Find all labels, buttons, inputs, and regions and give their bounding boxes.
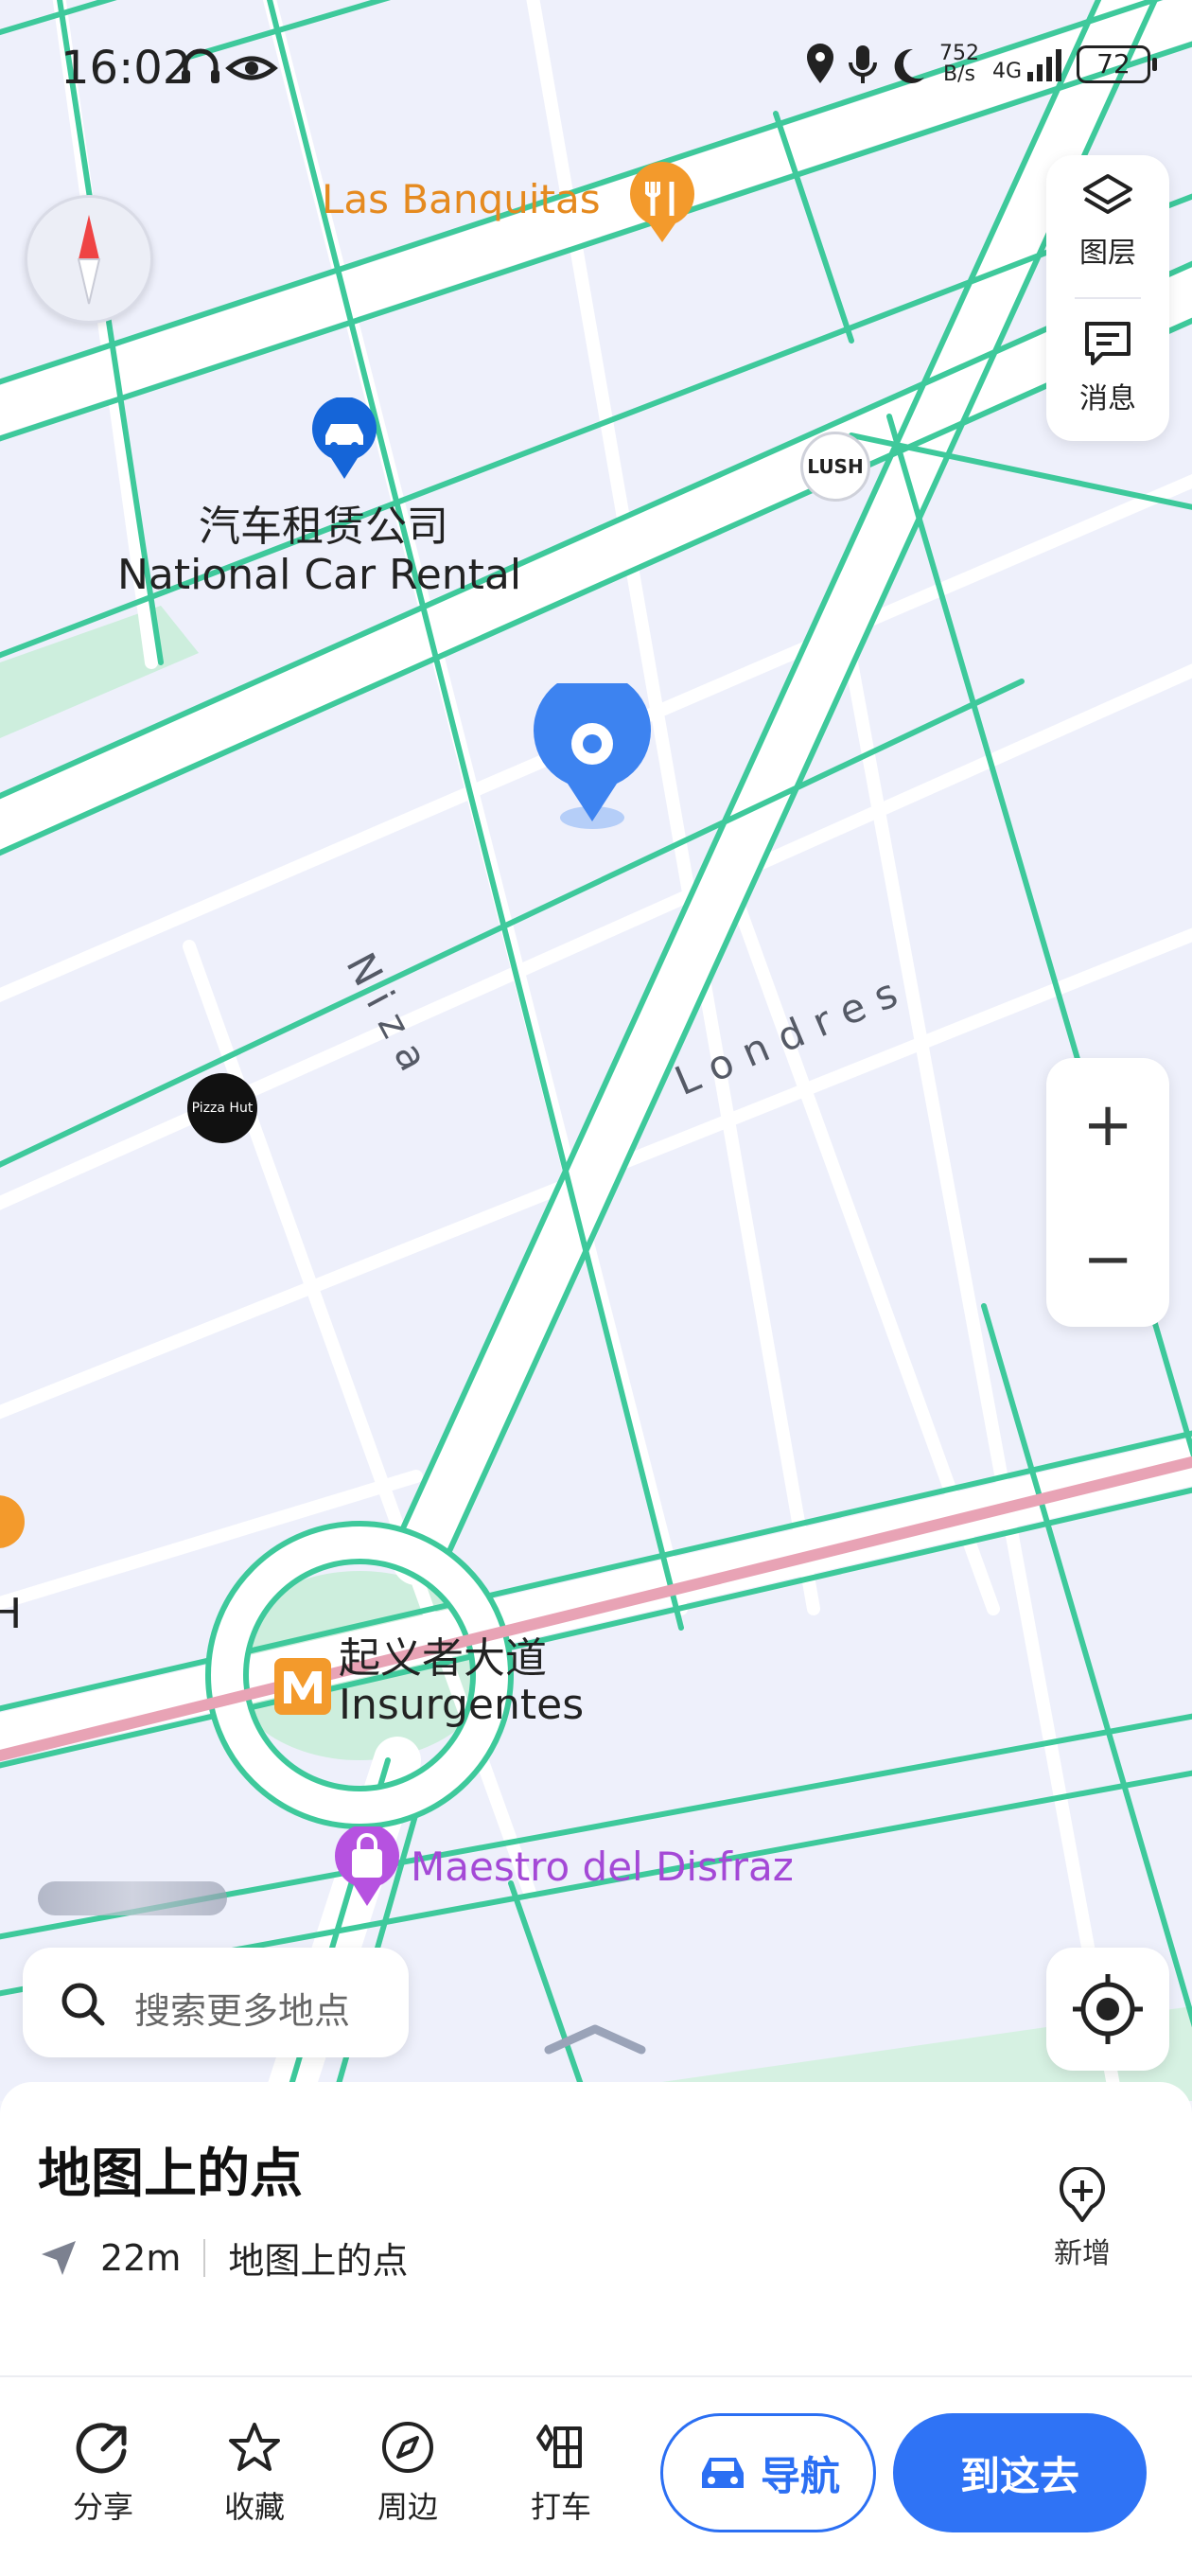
location-mic-moon-icon (806, 44, 924, 83)
taxi-label: 打车 (530, 2489, 591, 2525)
layers-label: 图层 (1079, 237, 1136, 270)
poi-lush[interactable]: LUSH (800, 432, 870, 502)
shopping-bag-icon[interactable] (331, 1826, 403, 1908)
zoom-out-button[interactable]: − (1046, 1192, 1169, 1327)
poi-metro-en[interactable]: Insurgentes (339, 1681, 584, 1729)
taxi-button[interactable]: 打车 (509, 2419, 613, 2527)
search-icon (61, 1983, 105, 2026)
net-speed: 752 B/s (939, 44, 979, 85)
messages-button[interactable]: 消息 (1046, 314, 1169, 416)
share-label: 分享 (72, 2489, 133, 2525)
battery-indicator: 72 (1077, 45, 1157, 83)
restaurant-icon[interactable] (624, 161, 700, 246)
status-time: 16:02 (61, 42, 192, 95)
crosshair-icon (1073, 1974, 1143, 2044)
map-scale-bar (38, 1881, 227, 1915)
headphones-eye-icon (182, 48, 278, 83)
signal-bars-icon (1027, 49, 1061, 81)
network-type: 4G (991, 60, 1022, 83)
nearby-label: 周边 (377, 2489, 438, 2525)
place-subtitle-row: 22m 地图上的点 (38, 2232, 408, 2284)
divider (1075, 297, 1141, 299)
search-placeholder: 搜索更多地点 (134, 1990, 351, 2032)
star-icon (229, 2423, 280, 2471)
status-bar: 16:02 752 B/s 4G 72 (0, 0, 1192, 132)
message-icon (1085, 322, 1131, 365)
road-network (0, 0, 1192, 2101)
compass-nearby-icon (382, 2422, 433, 2473)
navigate-button[interactable]: 导航 (660, 2413, 876, 2532)
favorite-label: 收藏 (223, 2489, 285, 2525)
search-box[interactable]: 搜索更多地点 (23, 1948, 409, 2057)
navigate-label: 导航 (760, 2452, 840, 2499)
selected-location-pin-icon[interactable] (526, 683, 658, 835)
add-place-label: 新增 (1054, 2237, 1111, 2270)
nearby-button[interactable]: 周边 (356, 2419, 460, 2527)
layers-icon (1083, 174, 1132, 214)
place-distance: 22m (100, 2236, 182, 2279)
map-view[interactable]: 16:02 752 B/s 4G 72 图层 消息 Las Banquitas … (0, 0, 1192, 2101)
share-icon (76, 2423, 127, 2474)
add-location-icon (1060, 2167, 1105, 2222)
share-button[interactable]: 分享 (51, 2419, 155, 2527)
poi-car-rental-en[interactable]: National Car Rental (117, 551, 521, 599)
layers-button[interactable]: 图层 (1046, 168, 1169, 271)
chevron-up-icon[interactable] (543, 2020, 647, 2057)
compass-icon (77, 215, 101, 305)
go-here-button[interactable]: 到这去 (893, 2413, 1147, 2532)
poi-edge-label: H (0, 1590, 23, 1638)
map-tools-panel: 图层 消息 (1046, 155, 1169, 441)
place-subtitle: 地图上的点 (228, 2240, 409, 2282)
signal-icon: 4G (992, 45, 1063, 83)
poi-las-banquitas[interactable]: Las Banquitas (322, 176, 601, 222)
car-icon (701, 2458, 744, 2488)
metro-icon[interactable] (272, 1656, 333, 1717)
place-title: 地图上的点 (38, 2144, 303, 2205)
direction-arrow-icon (42, 2240, 76, 2275)
my-location-button[interactable] (1046, 1948, 1169, 2071)
divider (203, 2238, 206, 2277)
status-right-icons: 752 B/s 4G 72 (803, 42, 1157, 87)
add-place-button[interactable]: 新增 (1041, 2167, 1124, 2271)
messages-label: 消息 (1079, 382, 1136, 415)
compass-button[interactable] (25, 195, 153, 324)
zoom-controls: + − (1046, 1058, 1169, 1327)
taxi-icon (536, 2425, 582, 2468)
poi-maestro-del-disfraz[interactable]: Maestro del Disfraz (411, 1844, 794, 1890)
zoom-in-button[interactable]: + (1046, 1058, 1169, 1192)
net-speed-unit: B/s (942, 62, 975, 86)
car-rental-icon[interactable] (308, 397, 380, 481)
poi-car-rental-cn[interactable]: 汽车租赁公司 (199, 492, 448, 553)
net-speed-value: 752 (938, 42, 979, 65)
poi-pizza-hut[interactable]: Pizza Hut (187, 1073, 257, 1143)
poi-metro-cn[interactable]: 起义者大道 (339, 1624, 547, 1685)
favorite-button[interactable]: 收藏 (202, 2419, 307, 2527)
